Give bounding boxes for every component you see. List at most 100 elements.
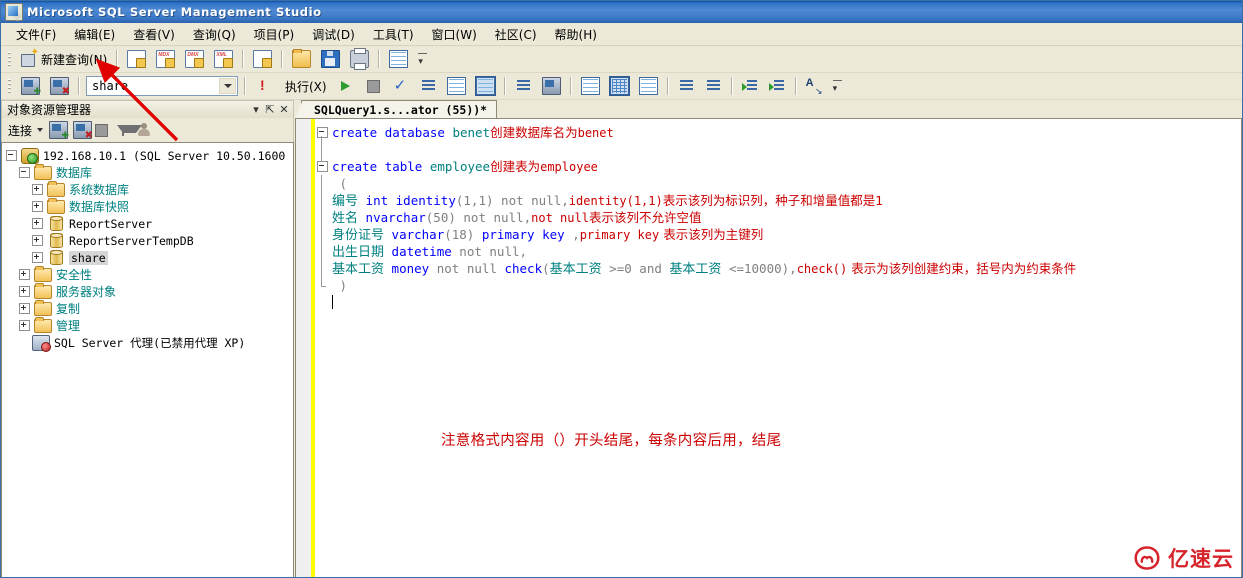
query-options-button[interactable] (443, 74, 470, 98)
toolbar-overflow-button[interactable]: ▾ (830, 79, 845, 93)
tree-node-label: ReportServer (69, 216, 153, 231)
folder-icon (34, 300, 52, 316)
database-engine-query-button[interactable] (123, 47, 150, 71)
menu-file[interactable]: 文件(F) (7, 24, 65, 45)
debug-run-button[interactable] (333, 74, 358, 98)
oe-close-button[interactable]: ✕ (277, 103, 291, 117)
tree-collapse-icon[interactable] (6, 150, 17, 161)
results-to-text-button[interactable] (577, 74, 604, 98)
menu-debug[interactable]: 调试(D) (303, 24, 364, 45)
cloud-logo-icon (1134, 546, 1160, 570)
code-fold-toggle[interactable] (317, 161, 328, 172)
disconnect-button[interactable]: ✖ (46, 74, 73, 98)
code-fold-line (321, 209, 322, 226)
tree-node[interactable]: 数据库快照 (2, 198, 293, 215)
tree-collapse-icon[interactable] (19, 167, 30, 178)
code-token: employee (429, 159, 491, 174)
tree-node[interactable]: 服务器对象 (2, 283, 293, 300)
code-fold-toggle[interactable] (317, 127, 328, 138)
tree-expand-icon[interactable] (19, 320, 30, 331)
code-token: , (564, 227, 580, 242)
editor-annotation-text: 注意格式内容用（）开头结尾，每条内容后用，结尾 (441, 433, 782, 449)
decrease-indent-button[interactable] (738, 74, 763, 98)
comment-lines-button[interactable] (674, 74, 699, 98)
tree-node-label: 系统数据库 (69, 183, 130, 197)
stop-square-icon[interactable] (95, 123, 109, 137)
menu-tools[interactable]: 工具(T) (364, 24, 423, 45)
cancel-execute-button[interactable] (360, 74, 387, 98)
tree-expand-icon[interactable] (32, 235, 43, 246)
connect-server-icon[interactable]: ✚ (49, 121, 69, 140)
code-fold-line (321, 226, 322, 243)
menu-query[interactable]: 查询(Q) (184, 24, 245, 45)
tree-node[interactable]: 安全性 (2, 266, 293, 283)
parse-button[interactable] (389, 74, 414, 98)
tree-expand-icon[interactable] (32, 184, 43, 195)
tree-node[interactable]: 管理 (2, 317, 293, 334)
menu-community[interactable]: 社区(C) (486, 24, 546, 45)
tree-node[interactable]: ReportServerTempDB (2, 232, 293, 249)
toolbar-overflow-button[interactable]: ▾ (415, 52, 430, 66)
chevron-down-icon[interactable] (37, 128, 44, 132)
sqlcmd-mode-button[interactable] (538, 74, 565, 98)
tree-expand-icon[interactable] (32, 218, 43, 229)
connect-button[interactable]: ✚ (17, 74, 44, 98)
tree-node[interactable]: 系统数据库 (2, 181, 293, 198)
open-file-button[interactable] (288, 47, 315, 71)
menu-help[interactable]: 帮助(H) (546, 24, 606, 45)
tree-expand-icon[interactable] (32, 252, 43, 263)
connect-icon: ✚ (21, 77, 41, 96)
tree-node[interactable]: 数据库 (2, 164, 293, 181)
code-editor[interactable]: create database benet创建数据库名为benet create… (295, 118, 1242, 577)
results-to-grid-button[interactable] (606, 74, 633, 98)
include-client-statistics-button[interactable] (511, 74, 536, 98)
print-button[interactable] (346, 47, 373, 71)
display-estimated-plan-button[interactable] (416, 74, 441, 98)
results-to-file-button[interactable] (635, 74, 662, 98)
tree-node[interactable]: ReportServer (2, 215, 293, 232)
editor-fold-column[interactable] (315, 119, 329, 577)
filter-icon[interactable] (115, 122, 143, 138)
toolbar-grip[interactable] (6, 50, 13, 68)
database-selector[interactable]: share (86, 76, 238, 96)
disconnect-server-icon[interactable]: ✖ (73, 121, 93, 141)
object-explorer-tree[interactable]: 192.168.10.1 (SQL Server 10.50.1600 - WI… (2, 143, 293, 352)
tree-expand-icon[interactable] (19, 286, 30, 297)
object-explorer-details-icon[interactable] (136, 122, 153, 138)
code-line: ( (332, 175, 1241, 192)
tree-node[interactable]: 192.168.10.1 (SQL Server 10.50.1600 - WI (2, 147, 293, 164)
analysis-services-mdx-query-button[interactable]: MDX (152, 47, 179, 71)
sql-server-compact-query-button[interactable] (249, 47, 276, 71)
new-query-button[interactable]: 新建查询(N) (17, 47, 111, 71)
connect-dropdown-label[interactable]: 连接 (6, 122, 34, 139)
analysis-services-xmla-query-button[interactable]: XML (210, 47, 237, 71)
include-actual-plan-button[interactable] (472, 74, 499, 98)
oe-dropdown-button[interactable]: ▾ (249, 103, 263, 117)
uncomment-lines-button[interactable] (701, 74, 726, 98)
increase-indent-button[interactable] (765, 74, 790, 98)
menu-edit[interactable]: 编辑(E) (65, 24, 124, 45)
analysis-services-dmx-query-button[interactable]: DMX (181, 47, 208, 71)
object-explorer-tree-container[interactable]: 192.168.10.1 (SQL Server 10.50.1600 - WI… (1, 142, 294, 577)
tree-node[interactable]: SQL Server 代理(已禁用代理 XP) (2, 334, 293, 352)
summary-button[interactable] (385, 47, 412, 71)
tab-sqlquery1[interactable]: SQLQuery1.s...ator (55))* (294, 100, 498, 119)
tree-expand-icon[interactable] (19, 269, 30, 280)
menu-view[interactable]: 查看(V) (124, 24, 184, 45)
oe-pin-button[interactable]: ⇱ (263, 103, 277, 117)
execute-button[interactable]: 执行(X) (278, 74, 331, 98)
toolbar-grip[interactable] (6, 77, 13, 95)
menu-window[interactable]: 窗口(W) (423, 24, 486, 45)
tree-node[interactable]: share (2, 249, 293, 266)
tree-node[interactable]: 复制 (2, 300, 293, 317)
tree-node-label: SQL Server 代理(已禁用代理 XP) (54, 335, 246, 350)
tree-expand-icon[interactable] (32, 201, 43, 212)
tree-expand-icon[interactable] (19, 303, 30, 314)
specify-values-button[interactable] (802, 74, 827, 98)
sql-code-content[interactable]: create database benet创建数据库名为benet create… (329, 119, 1241, 577)
debug-button[interactable] (251, 74, 276, 98)
menu-project[interactable]: 项目(P) (245, 24, 304, 45)
save-button[interactable] (317, 47, 344, 71)
chevron-down-icon[interactable] (219, 78, 236, 94)
